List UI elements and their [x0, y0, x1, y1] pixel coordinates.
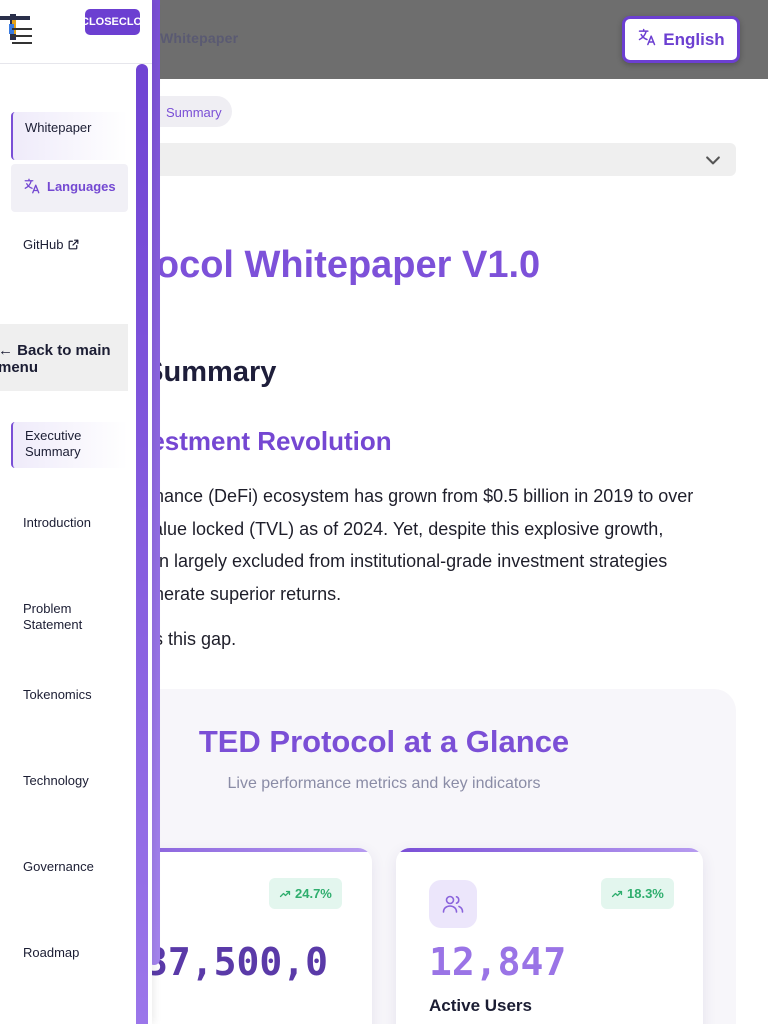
- sidebar-item-label: GitHub: [23, 237, 64, 252]
- toc-item-label: Governance: [23, 859, 94, 874]
- sidebar-item-content: Languages: [23, 177, 116, 195]
- page-title: otocol Whitepaper V1.0: [120, 244, 541, 286]
- metric-value: 37,500,0: [145, 940, 329, 984]
- toc-item-label: Roadmap: [23, 945, 80, 960]
- trend-up-icon: [279, 890, 291, 897]
- translate-icon: [24, 178, 40, 194]
- toc-item-governance[interactable]: Governance: [11, 853, 128, 899]
- sidebar-item-label: Whitepaper: [25, 120, 92, 135]
- sidebar-drawer: CLOSECLOSE Whitepaper Languages GitHub ←…: [0, 0, 152, 1024]
- toc-item-roadmap[interactable]: Roadmap: [11, 939, 128, 985]
- sidebar-item-languages[interactable]: Languages: [11, 164, 128, 212]
- translate-icon: [637, 27, 657, 52]
- toc-item-problem-statement[interactable]: Problem Statement: [11, 595, 128, 641]
- paragraph-line: y generate superior returns.: [120, 583, 342, 604]
- paragraph-line: tal value locked (TVL) as of 2024. Yet, …: [120, 518, 664, 539]
- close-button[interactable]: CLOSECLOSE: [85, 9, 140, 35]
- toc-item-executive-summary[interactable]: Executive Summary: [11, 422, 128, 468]
- sidebar-item-label: Languages: [47, 178, 116, 194]
- toc-item-technology[interactable]: Technology: [11, 767, 128, 813]
- chevron-down-icon[interactable]: [703, 150, 723, 170]
- trend-badge: 18.3%: [601, 878, 674, 909]
- subsection-heading: nvestment Revolution: [120, 426, 392, 456]
- drawer-scrollbar[interactable]: [136, 64, 148, 1024]
- metric-value: 12,847: [429, 940, 567, 984]
- section-select[interactable]: [120, 143, 736, 176]
- back-to-main-menu[interactable]: ← Back to main menu: [0, 324, 128, 391]
- toc-item-label: Problem Statement: [23, 601, 83, 632]
- breadcrumb[interactable]: Summary: [166, 105, 222, 120]
- sidebar-item-whitepaper[interactable]: Whitepaper: [11, 112, 128, 160]
- external-link-icon: [69, 239, 79, 250]
- header-title: Whitepaper: [160, 30, 239, 46]
- paragraph-line: emain largely excluded from institutiona…: [120, 551, 668, 571]
- language-button[interactable]: English: [622, 16, 740, 63]
- language-button-label: English: [663, 29, 725, 49]
- toc-item-label: Introduction: [23, 515, 91, 530]
- sidebar-item-content: GitHub: [23, 237, 80, 252]
- metric-card-users: 18.3% 12,847 Active Users: [396, 848, 703, 1024]
- paragraph-line: ed finance (DeFi) ecosystem has grown fr…: [120, 486, 694, 506]
- sidebar-item-github[interactable]: GitHub: [11, 232, 128, 260]
- card-accent-bar: [396, 848, 703, 852]
- trend-badge: 24.7%: [269, 878, 342, 909]
- trend-up-icon: [611, 890, 623, 897]
- intro-paragraph: ed finance (DeFi) ecosystem has grown fr…: [120, 480, 740, 610]
- toc-item-label: Technology: [23, 773, 89, 788]
- hamburger-menu-icon[interactable]: [12, 28, 32, 45]
- toc-item-label: Executive Summary: [25, 428, 82, 459]
- users-icon: [429, 880, 477, 928]
- trend-value: 24.7%: [295, 886, 332, 901]
- toc-item-label: Tokenomics: [23, 687, 92, 702]
- toc-item-tokenomics[interactable]: Tokenomics: [11, 681, 128, 727]
- drawer-header: CLOSECLOSE: [0, 0, 152, 64]
- toc-item-introduction[interactable]: Introduction: [11, 509, 128, 555]
- trend-value: 18.3%: [627, 886, 664, 901]
- metric-label: Active Users: [429, 996, 533, 1015]
- back-label: ← Back to main menu: [0, 342, 111, 376]
